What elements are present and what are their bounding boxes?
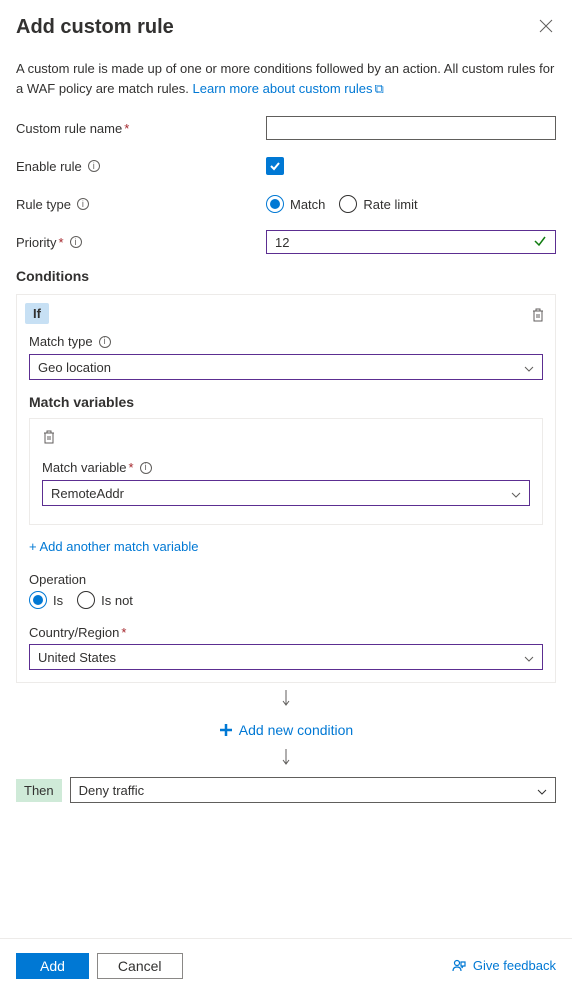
rule-type-rate-label: Rate limit: [363, 197, 417, 212]
valid-check-icon: [533, 234, 547, 251]
intro-text: A custom rule is made up of one or more …: [16, 59, 556, 98]
match-type-dropdown[interactable]: Geo location: [29, 354, 543, 380]
if-badge: If: [25, 303, 49, 324]
action-value: Deny traffic: [79, 783, 145, 798]
match-variable-value: RemoteAddr: [51, 486, 124, 501]
close-icon: [539, 19, 553, 33]
info-icon[interactable]: i: [88, 160, 100, 172]
delete-condition-button[interactable]: [531, 307, 545, 321]
plus-icon: [219, 723, 233, 737]
required-indicator: *: [58, 235, 63, 250]
custom-rule-name-input[interactable]: [266, 116, 556, 140]
priority-label: Priority: [16, 235, 56, 250]
feedback-icon: [451, 958, 467, 974]
feedback-label: Give feedback: [473, 958, 556, 973]
country-region-dropdown[interactable]: United States: [29, 644, 543, 670]
add-match-variable-link[interactable]: + Add another match variable: [29, 539, 198, 554]
match-variable-dropdown[interactable]: RemoteAddr: [42, 480, 530, 506]
panel-title: Add custom rule: [16, 16, 174, 39]
conditions-container: If Match type i Geo location Match varia…: [16, 294, 556, 683]
priority-value: 12: [275, 235, 289, 250]
give-feedback-link[interactable]: Give feedback: [451, 958, 556, 974]
add-button[interactable]: Add: [16, 953, 89, 979]
rule-type-label: Rule type: [16, 197, 71, 212]
then-badge: Then: [16, 779, 62, 802]
operation-label: Operation: [29, 572, 543, 587]
match-type-value: Geo location: [38, 360, 111, 375]
priority-input[interactable]: 12: [266, 230, 556, 254]
rule-type-rate-radio[interactable]: Rate limit: [339, 195, 417, 213]
close-button[interactable]: [536, 16, 556, 36]
required-indicator: *: [121, 625, 126, 640]
footer: Add Cancel Give feedback: [0, 938, 572, 992]
operation-isnot-radio[interactable]: Is not: [77, 591, 133, 609]
custom-rule-name-label: Custom rule name: [16, 121, 122, 136]
info-icon[interactable]: i: [99, 336, 111, 348]
operation-is-label: Is: [53, 593, 63, 608]
info-icon[interactable]: i: [77, 198, 89, 210]
add-condition-label: Add new condition: [239, 722, 353, 738]
match-type-label: Match type: [29, 334, 93, 349]
match-variable-label: Match variable: [42, 460, 127, 475]
chevron-down-icon: [524, 650, 534, 665]
chevron-down-icon: [524, 360, 534, 375]
chevron-down-icon: [511, 486, 521, 501]
conditions-heading: Conditions: [16, 268, 556, 284]
delete-variable-button[interactable]: [42, 432, 56, 449]
rule-type-radio-group: Match Rate limit: [266, 195, 418, 213]
country-region-label: Country/Region: [29, 625, 119, 640]
info-icon[interactable]: i: [140, 462, 152, 474]
learn-more-link[interactable]: Learn more about custom rules⧉: [193, 81, 384, 96]
info-icon[interactable]: i: [70, 236, 82, 248]
match-variables-box: Match variable * i RemoteAddr: [29, 418, 543, 525]
cancel-button[interactable]: Cancel: [97, 953, 183, 979]
check-icon: [269, 160, 281, 172]
flow-arrow-icon: [16, 683, 556, 718]
enable-rule-checkbox[interactable]: [266, 157, 284, 175]
rule-type-match-radio[interactable]: Match: [266, 195, 325, 213]
required-indicator: *: [129, 460, 134, 475]
country-region-value: United States: [38, 650, 116, 665]
operation-isnot-label: Is not: [101, 593, 133, 608]
external-link-icon: ⧉: [374, 81, 383, 96]
flow-arrow-icon: [16, 742, 556, 777]
match-variables-heading: Match variables: [29, 394, 543, 410]
action-dropdown[interactable]: Deny traffic: [70, 777, 556, 803]
required-indicator: *: [124, 121, 129, 136]
operation-is-radio[interactable]: Is: [29, 591, 63, 609]
add-condition-button[interactable]: Add new condition: [16, 718, 556, 742]
rule-type-match-label: Match: [290, 197, 325, 212]
chevron-down-icon: [537, 783, 547, 798]
operation-radio-group: Is Is not: [29, 591, 543, 609]
enable-rule-label: Enable rule: [16, 159, 82, 174]
